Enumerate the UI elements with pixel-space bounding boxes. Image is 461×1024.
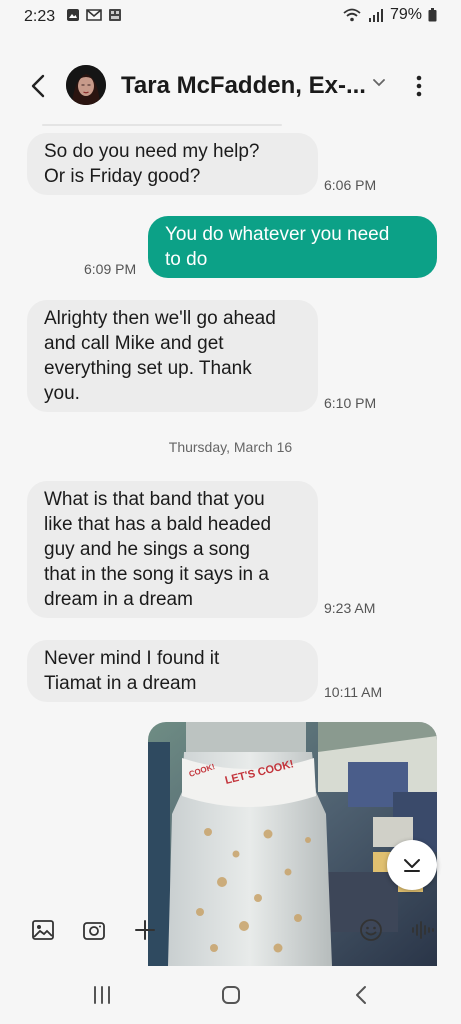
gmail-notification-icon	[86, 9, 102, 21]
date-divider: Thursday, March 16	[168, 439, 293, 455]
contact-name[interactable]: Tara McFadden, Ex-...	[121, 72, 366, 100]
camera-icon[interactable]	[82, 918, 106, 942]
home-icon[interactable]	[220, 984, 242, 1006]
chevron-down-icon[interactable]	[372, 78, 386, 88]
message-time: 6:09 PM	[84, 261, 137, 277]
emoji-icon[interactable]	[359, 918, 383, 942]
more-vertical-icon[interactable]	[412, 74, 426, 98]
status-time: 2:23	[24, 8, 56, 25]
wifi-icon	[343, 8, 361, 22]
incoming-message[interactable]: So do you need my help? Or is Friday goo…	[27, 133, 318, 195]
app-notification-icon	[109, 9, 121, 21]
battery-icon	[428, 8, 437, 22]
scroll-to-bottom-button[interactable]	[387, 840, 437, 890]
image-notification-icon	[67, 9, 79, 21]
outgoing-message[interactable]: You do whatever you need to do	[148, 216, 437, 278]
message-time: 6:06 PM	[324, 177, 377, 193]
nav-back-icon[interactable]	[350, 984, 372, 1006]
battery-percent: 79%	[389, 6, 422, 23]
back-icon[interactable]	[26, 70, 52, 102]
avatar[interactable]	[66, 65, 106, 105]
recents-icon[interactable]	[91, 984, 113, 1006]
incoming-message[interactable]: Alrighty then we'll go ahead and call Mi…	[27, 300, 318, 412]
plus-icon[interactable]	[133, 918, 157, 942]
conversation-header: Tara McFadden, Ex-...	[0, 50, 461, 122]
incoming-message[interactable]: What is that band that you like that has…	[27, 481, 318, 618]
incoming-message[interactable]: Never mind I found it Tiamat in a dream	[27, 640, 318, 702]
status-bar: 2:23 79%	[0, 0, 461, 34]
previous-message-edge	[42, 124, 282, 126]
avatar-image	[66, 65, 106, 105]
message-composer	[0, 898, 461, 966]
message-time: 9:23 AM	[324, 600, 376, 616]
voice-icon[interactable]	[410, 918, 434, 942]
message-time: 6:10 PM	[324, 395, 377, 411]
scroll-down-icon	[404, 859, 420, 872]
message-time: 10:11 AM	[324, 684, 383, 700]
gallery-icon[interactable]	[31, 918, 55, 942]
system-nav-bar	[0, 966, 461, 1024]
signal-icon	[368, 9, 383, 22]
